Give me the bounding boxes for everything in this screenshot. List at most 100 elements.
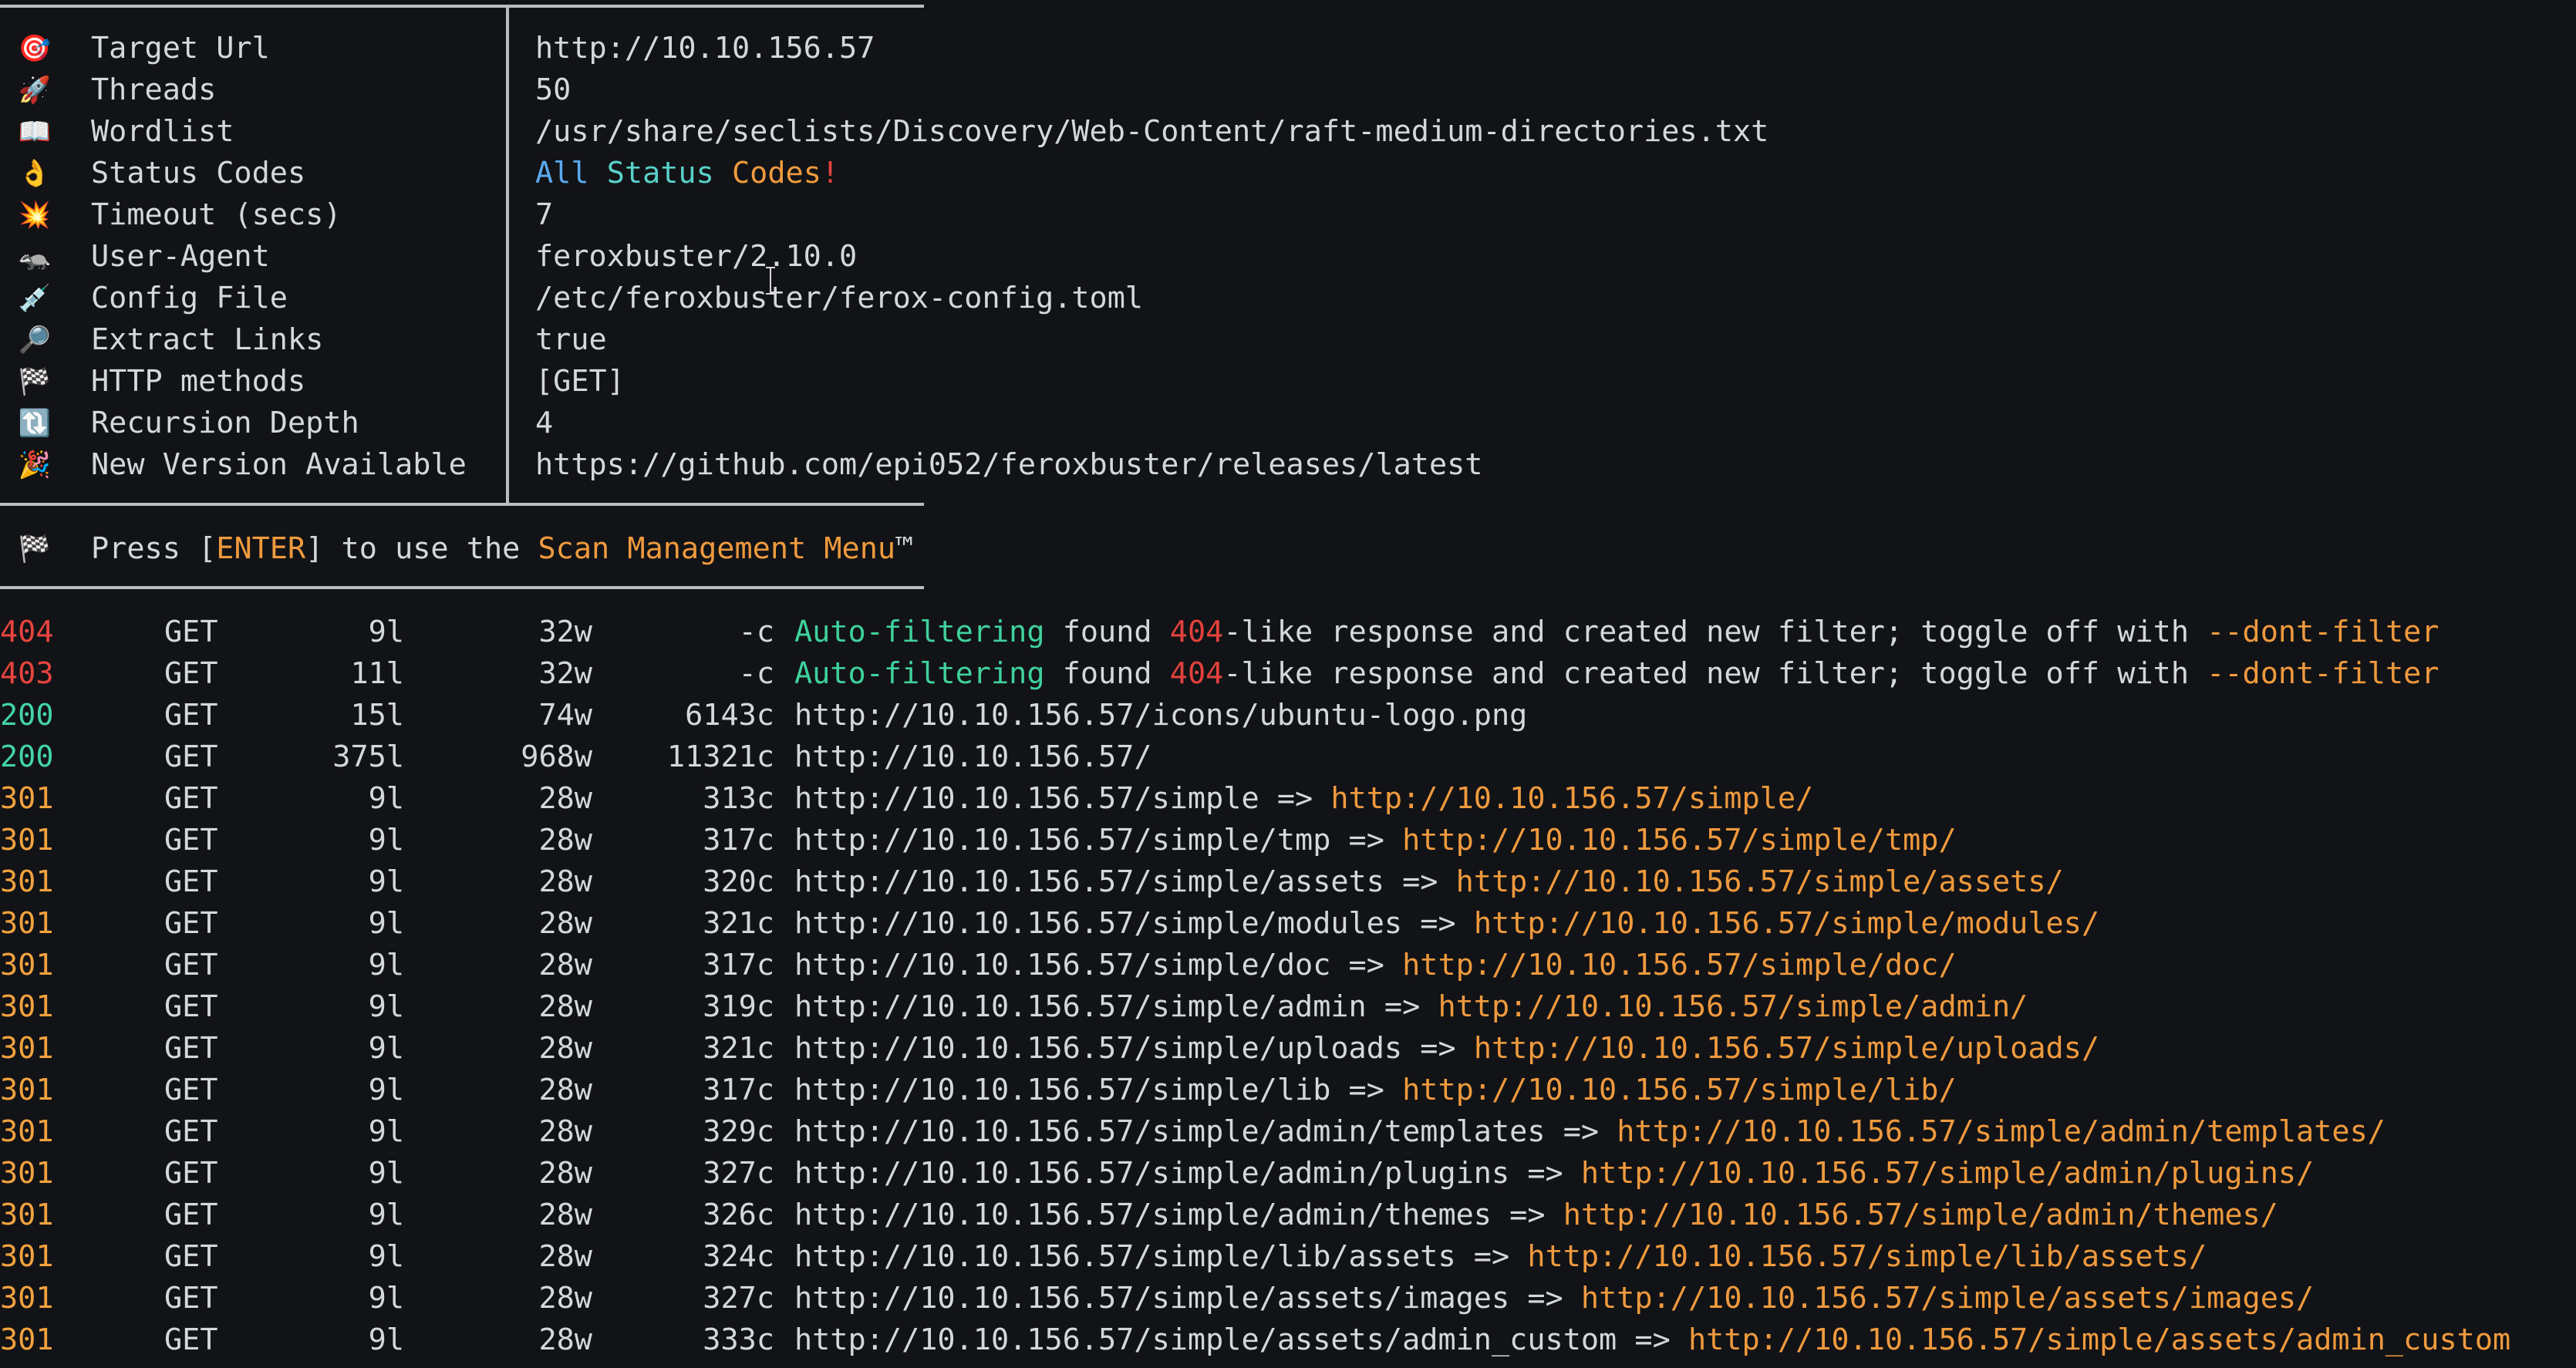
char-count: 319c: [703, 989, 774, 1024]
result-url[interactable]: http://10.10.156.57/simple/assets: [794, 864, 1384, 899]
redirect-url[interactable]: http://10.10.156.57/simple/assets/: [1456, 864, 2064, 899]
result-url[interactable]: http://10.10.156.57/simple/admin: [794, 989, 1367, 1024]
line-count: 9l: [368, 906, 404, 941]
repeat-icon: 🔃: [18, 408, 52, 439]
redirect-arrow: =>: [1491, 1198, 1563, 1232]
redirect-url[interactable]: http://10.10.156.57/simple/lib/: [1402, 1073, 1957, 1107]
config-key: Config File: [91, 281, 288, 315]
status-code: 301: [0, 823, 54, 858]
status-code: 301: [0, 1073, 54, 1107]
result-url[interactable]: http://10.10.156.57/simple/lib: [794, 1073, 1330, 1107]
redirect-url[interactable]: http://10.10.156.57/simple/lib/assets/: [1527, 1239, 2207, 1274]
filter-message-part: --dont-filter: [2207, 615, 2439, 649]
redirect-url[interactable]: http://10.10.156.57/simple/modules/: [1474, 906, 2099, 941]
result-message: http://10.10.156.57/simple/admin/themes …: [794, 1194, 2278, 1236]
result-message: Auto-filtering found 404-like response a…: [794, 612, 2439, 653]
redirect-arrow: =>: [1330, 1073, 1403, 1107]
result-url[interactable]: http://10.10.156.57/simple/modules: [794, 906, 1402, 941]
line-count: 9l: [368, 823, 404, 858]
http-method: GET: [164, 1073, 218, 1107]
checkered-flag-icon: 🏁: [18, 534, 52, 564]
result-row: 301 GET 9l 28w 333c http://10.10.156.57/simpl…: [0, 1319, 2576, 1361]
char-count: 317c: [703, 823, 774, 858]
word-count: 28w: [538, 781, 592, 816]
http-method: GET: [164, 1323, 218, 1357]
result-row: 301 GET 9l 28w 327c http://10.10.156.57/simpl…: [0, 1278, 2576, 1319]
config-key: Timeout (secs): [91, 197, 342, 232]
redirect-arrow: =>: [1402, 906, 1474, 941]
line-count: 9l: [368, 1156, 404, 1191]
result-message: http://10.10.156.57/simple/assets/admin_…: [794, 1319, 2510, 1361]
redirect-url[interactable]: http://10.10.156.57/simple/admin/themes/: [1563, 1198, 2278, 1232]
http-method: GET: [164, 948, 218, 982]
redirect-arrow: =>: [1259, 781, 1331, 816]
http-method: GET: [164, 656, 218, 691]
config-key: Threads: [91, 72, 217, 107]
redirect-url[interactable]: http://10.10.156.57/simple/: [1330, 781, 1813, 816]
line-count: 15l: [350, 698, 404, 733]
result-url[interactable]: http://10.10.156.57/simple/assets/admin_…: [794, 1323, 1617, 1357]
filter-message-part: 404: [1169, 615, 1224, 649]
prompt-part: ™: [895, 531, 914, 566]
redirect-arrow: =>: [1384, 864, 1456, 899]
redirect-url[interactable]: http://10.10.156.57/simple/admin/: [1438, 989, 2028, 1024]
word-count: 28w: [538, 1198, 592, 1232]
result-message: http://10.10.156.57/simple/tmp => http:/…: [794, 820, 1957, 861]
result-message: http://10.10.156.57/simple/lib/assets =>…: [794, 1236, 2207, 1278]
word-count: 74w: [538, 698, 592, 733]
redirect-arrow: =>: [1509, 1281, 1581, 1316]
result-message: http://10.10.156.57/simple/uploads => ht…: [794, 1028, 2099, 1070]
word-count: 32w: [538, 656, 592, 691]
text-cursor-icon: [766, 267, 775, 295]
result-row: 301 GET 9l 28w 317c http://10.10.156.57/simpl…: [0, 945, 2576, 986]
result-url[interactable]: http://10.10.156.57/simple/uploads: [794, 1031, 1402, 1066]
redirect-url[interactable]: http://10.10.156.57/simple/assets/admin_…: [1688, 1323, 2510, 1357]
result-url[interactable]: http://10.10.156.57/simple/admin/plugins: [794, 1156, 1509, 1191]
syringe-icon: 💉: [18, 283, 52, 314]
config-value: /etc/feroxbuster/ferox-config.toml: [535, 281, 1144, 315]
char-count: 11321c: [666, 740, 774, 774]
line-count: 9l: [368, 989, 404, 1024]
redirect-url[interactable]: http://10.10.156.57/simple/assets/images…: [1581, 1281, 2314, 1316]
status-code: 301: [0, 1031, 54, 1066]
result-message: http://10.10.156.57/simple/assets => htt…: [794, 861, 2064, 903]
word-count: 28w: [538, 1323, 592, 1357]
redirect-arrow: =>: [1545, 1114, 1617, 1149]
result-message: http://10.10.156.57/simple => http://10.…: [794, 778, 1813, 820]
target-icon: 🎯: [18, 33, 52, 64]
result-url[interactable]: http://10.10.156.57/simple: [794, 781, 1259, 816]
filter-message-part: Auto-filtering: [794, 656, 1045, 691]
result-url[interactable]: http://10.10.156.57/icons/ubuntu-logo.pn…: [794, 698, 1527, 733]
redirect-url[interactable]: http://10.10.156.57/simple/admin/templat…: [1617, 1114, 2385, 1149]
result-row: 301 GET 9l 28w 313c http://10.10.156.57/simpl…: [0, 778, 2576, 820]
prompt-part: ] to use the: [305, 531, 538, 566]
result-message: http://10.10.156.57/simple/doc => http:/…: [794, 945, 1957, 986]
result-url[interactable]: http://10.10.156.57/simple/lib/assets: [794, 1239, 1456, 1274]
http-method: GET: [164, 698, 218, 733]
top-divider: [0, 5, 924, 8]
result-row: 301 GET 9l 28w 329c http://10.10.156.57/simpl…: [0, 1111, 2576, 1153]
checkered-flag-icon: 🏁: [18, 366, 52, 397]
result-url[interactable]: http://10.10.156.57/simple/admin/templat…: [794, 1114, 1546, 1149]
status-code: 200: [0, 698, 54, 733]
line-count: 9l: [368, 1073, 404, 1107]
config-column-divider: [506, 8, 509, 505]
result-url[interactable]: http://10.10.156.57/simple/doc: [794, 948, 1330, 982]
redirect-url[interactable]: http://10.10.156.57/simple/tmp/: [1402, 823, 1957, 858]
char-count: 324c: [703, 1239, 774, 1274]
filter-message-part: -like response and created new filter; t…: [1223, 615, 2207, 649]
result-row: 301 GET 9l 28w 319c http://10.10.156.57/simpl…: [0, 986, 2576, 1028]
result-url[interactable]: http://10.10.156.57/: [794, 740, 1152, 774]
result-message: http://10.10.156.57/icons/ubuntu-logo.pn…: [794, 695, 1527, 736]
result-url[interactable]: http://10.10.156.57/simple/tmp: [794, 823, 1330, 858]
config-bottom-divider: [0, 503, 924, 506]
status-code: 301: [0, 1239, 54, 1274]
redirect-url[interactable]: http://10.10.156.57/simple/admin/plugins…: [1581, 1156, 2314, 1191]
config-value: 4: [535, 406, 554, 440]
result-url[interactable]: http://10.10.156.57/simple/admin/themes: [794, 1198, 1492, 1232]
result-url[interactable]: http://10.10.156.57/simple/assets/images: [794, 1281, 1509, 1316]
config-value: 50: [535, 72, 572, 107]
redirect-url[interactable]: http://10.10.156.57/simple/doc/: [1402, 948, 1957, 982]
redirect-url[interactable]: http://10.10.156.57/simple/uploads/: [1474, 1031, 2099, 1066]
status-code: 301: [0, 1198, 54, 1232]
